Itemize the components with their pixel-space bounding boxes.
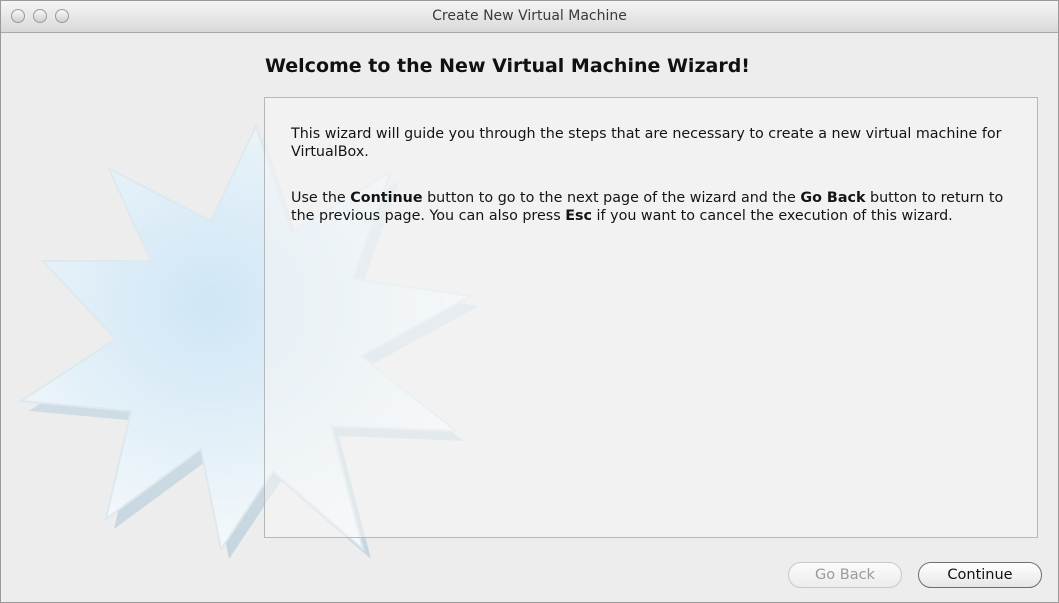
page-title: Welcome to the New Virtual Machine Wizar… [265,55,750,77]
continue-button[interactable]: Continue [918,562,1042,588]
instructions-text: if you want to cancel the execution of t… [592,208,953,224]
go-back-button[interactable]: Go Back [788,562,902,588]
instructions-paragraph: Use the Continue button to go to the nex… [291,189,1021,225]
title-bar[interactable]: Create New Virtual Machine [1,1,1058,33]
intro-paragraph: This wizard will guide you through the s… [291,126,1002,160]
instructions-bold-go-back: Go Back [800,190,866,206]
instructions-bold-esc: Esc [565,208,593,224]
instructions-text: button to go to the next page of the wiz… [422,190,801,206]
instructions-bold-continue: Continue [350,190,423,206]
wizard-window: Create New Virtual Machine Welcome to th… [0,0,1059,603]
wizard-content-panel: This wizard will guide you through the s… [264,97,1038,538]
instructions-text: Use the [291,190,351,206]
window-title: Create New Virtual Machine [432,8,627,24]
